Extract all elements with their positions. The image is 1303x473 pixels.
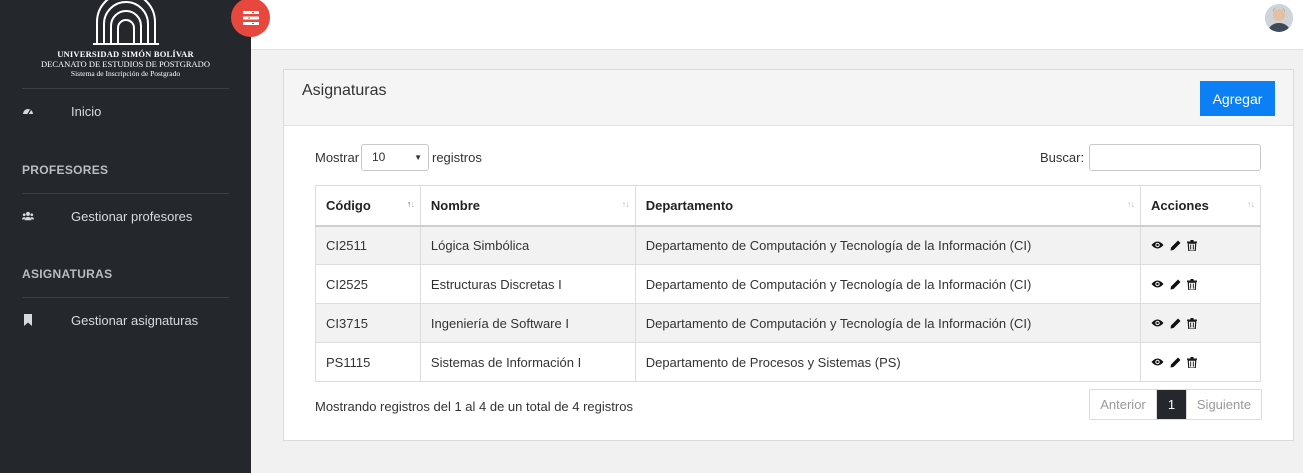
view-icon[interactable] xyxy=(1151,240,1164,250)
cell-codigo: CI3715 xyxy=(315,303,421,343)
panel-header: Asignaturas Agregar xyxy=(284,70,1293,126)
delete-icon[interactable] xyxy=(1187,317,1198,329)
avatar-icon xyxy=(1265,4,1293,32)
table-row: CI3715 Ingeniería de Software I Departamen… xyxy=(315,303,1261,343)
delete-icon[interactable] xyxy=(1187,278,1198,290)
table-row: PS1115 Sistemas de Información I Departame… xyxy=(315,342,1261,382)
cell-codigo: CI2511 xyxy=(315,225,421,265)
section-title-profesores: PROFESORES xyxy=(22,163,109,177)
row-actions xyxy=(1151,317,1250,329)
table-row: CI2511 Lógica Simbólica Departamento de Co… xyxy=(315,225,1261,265)
sort-asc-icon: ↑↓ xyxy=(406,199,415,209)
cell-nombre: Sistemas de Información I xyxy=(419,342,636,382)
top-bar xyxy=(251,0,1303,50)
prev-page-button[interactable]: Anterior xyxy=(1090,390,1157,419)
add-button[interactable]: Agregar xyxy=(1200,81,1275,116)
cell-departamento: Departamento de Computación y Tecnología… xyxy=(634,303,1142,343)
cell-acciones xyxy=(1140,342,1261,382)
view-icon[interactable] xyxy=(1151,318,1164,328)
table-info: Mostrando registros del 1 al 4 de un tot… xyxy=(315,399,633,414)
page-size-select[interactable]: 10 ▼ xyxy=(361,144,429,171)
brand-line-2: DECANATO DE ESTUDIOS DE POSTGRADO xyxy=(41,59,210,69)
delete-icon[interactable] xyxy=(1187,356,1198,368)
section-title-asignaturas: ASIGNATURAS xyxy=(22,267,113,281)
column-header-acciones[interactable]: Acciones ↑↓ xyxy=(1140,185,1261,227)
menu-icon xyxy=(242,10,259,25)
view-icon[interactable] xyxy=(1151,279,1164,289)
sidebar-divider xyxy=(22,88,229,89)
records-label: registros xyxy=(432,150,482,165)
subjects-table: Código ↑↓ Nombre ↑↓ Departamento ↑↓ Acci… xyxy=(315,185,1261,382)
brand-line-1: UNIVERSIDAD SIMÓN BOLÍVAR xyxy=(57,49,194,59)
cell-acciones xyxy=(1140,303,1261,343)
sidebar-divider xyxy=(22,193,229,194)
row-actions xyxy=(1151,278,1250,290)
users-icon xyxy=(22,211,34,221)
chevron-down-icon: ▼ xyxy=(414,153,422,162)
show-label: Mostrar xyxy=(315,150,360,165)
edit-icon[interactable] xyxy=(1170,318,1181,329)
cell-departamento: Departamento de Procesos y Sistemas (PS) xyxy=(634,342,1142,382)
cell-codigo: PS1115 xyxy=(315,342,421,382)
cell-nombre: Ingeniería de Software I xyxy=(419,303,636,343)
cell-nombre: Lógica Simbólica xyxy=(419,225,636,265)
brand-line-3: Sistema de Inscripción de Postgrado xyxy=(70,69,181,78)
cell-nombre: Estructuras Discretas I xyxy=(419,264,636,304)
edit-icon[interactable] xyxy=(1170,279,1181,290)
sort-icon: ↑↓ xyxy=(1247,199,1255,209)
search-label: Buscar: xyxy=(1040,150,1085,165)
page-size-value: 10 xyxy=(372,150,386,164)
cell-acciones xyxy=(1140,225,1261,265)
sidebar: UNIVERSIDAD SIMÓN BOLÍVAR DECANATO DE ES… xyxy=(0,0,251,473)
row-actions xyxy=(1151,356,1250,368)
column-label: Código xyxy=(326,197,371,213)
row-actions xyxy=(1151,239,1250,251)
next-page-button[interactable]: Siguiente xyxy=(1186,390,1261,419)
search-input[interactable] xyxy=(1089,144,1261,171)
cell-codigo: CI2525 xyxy=(315,264,421,304)
cell-acciones xyxy=(1140,264,1261,304)
table-row: CI2525 Estructuras Discretas I Departament… xyxy=(315,264,1261,304)
sidebar-item-label: Inicio xyxy=(71,103,102,119)
column-label: Acciones xyxy=(1151,197,1209,213)
user-avatar[interactable] xyxy=(1265,4,1293,32)
bookmark-icon xyxy=(24,314,32,326)
university-logo: UNIVERSIDAD SIMÓN BOLÍVAR DECANATO DE ES… xyxy=(0,0,251,88)
dashboard-icon xyxy=(23,109,33,115)
sidebar-item-gestionar-asignaturas[interactable]: Gestionar asignaturas xyxy=(0,302,251,338)
sidebar-item-gestionar-profesores[interactable]: Gestionar profesores xyxy=(0,198,251,234)
table-header-row: Código ↑↓ Nombre ↑↓ Departamento ↑↓ Acci… xyxy=(315,185,1261,227)
edit-icon[interactable] xyxy=(1170,357,1181,368)
delete-icon[interactable] xyxy=(1187,239,1198,251)
sort-icon: ↑↓ xyxy=(621,199,630,209)
pagination: Anterior 1 Siguiente xyxy=(1089,389,1262,420)
column-header-nombre[interactable]: Nombre ↑↓ xyxy=(419,185,636,227)
column-header-codigo[interactable]: Código ↑↓ xyxy=(315,185,421,227)
sidebar-item-inicio[interactable]: Inicio xyxy=(0,93,251,129)
edit-icon[interactable] xyxy=(1170,240,1181,251)
usb-logo-icon xyxy=(92,0,159,45)
cell-departamento: Departamento de Computación y Tecnología… xyxy=(634,225,1142,265)
column-header-departamento[interactable]: Departamento ↑↓ xyxy=(634,185,1142,227)
cell-departamento: Departamento de Computación y Tecnología… xyxy=(634,264,1142,304)
sidebar-item-label: Gestionar profesores xyxy=(71,208,193,224)
column-label: Departamento xyxy=(645,197,734,213)
view-icon[interactable] xyxy=(1151,357,1164,367)
sidebar-item-label: Gestionar asignaturas xyxy=(71,312,199,328)
sidebar-divider xyxy=(22,297,229,298)
column-label: Nombre xyxy=(430,197,481,213)
page-title: Asignaturas xyxy=(302,82,387,99)
sort-icon: ↑↓ xyxy=(1127,199,1135,209)
page-1-button[interactable]: 1 xyxy=(1157,390,1186,419)
